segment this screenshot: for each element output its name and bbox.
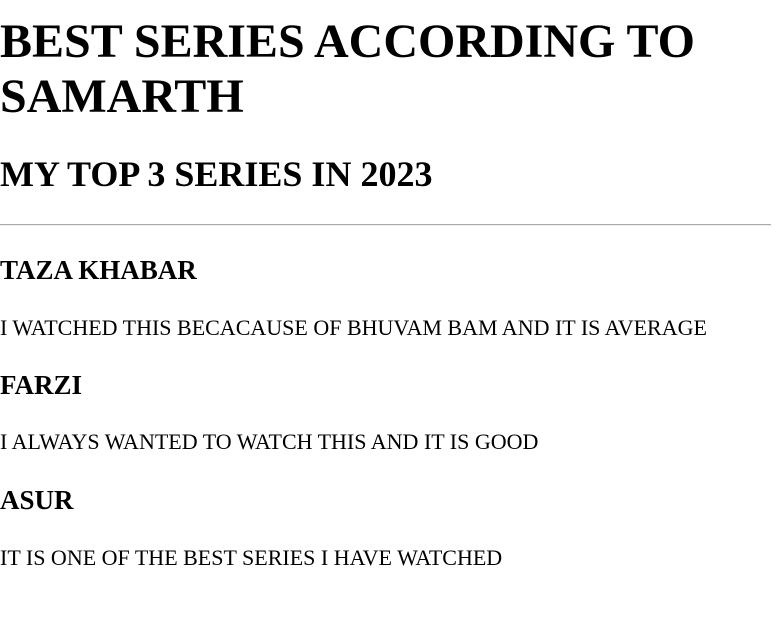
series-title-asur: ASUR [0, 485, 74, 515]
page: BEST SERIES ACCORDING TO SAMARTH MY TOP … [0, 0, 780, 619]
divider [0, 224, 771, 226]
series-comment-taza-khabar: I WATCHED THIS BECACAUSE OF BHUVAM BAM A… [0, 315, 707, 340]
series-comment-asur: IT IS ONE OF THE BEST SERIES I HAVE WATC… [0, 545, 503, 570]
series-title-farzi: FARZI [0, 370, 83, 400]
series-title-taza-khabar: TAZA KHABAR [0, 255, 197, 285]
page-title: BEST SERIES ACCORDING TO SAMARTH [0, 15, 695, 123]
series-comment-farzi: I ALWAYS WANTED TO WATCH THIS AND IT IS … [0, 429, 539, 454]
page-subtitle: MY TOP 3 SERIES IN 2023 [0, 154, 433, 194]
